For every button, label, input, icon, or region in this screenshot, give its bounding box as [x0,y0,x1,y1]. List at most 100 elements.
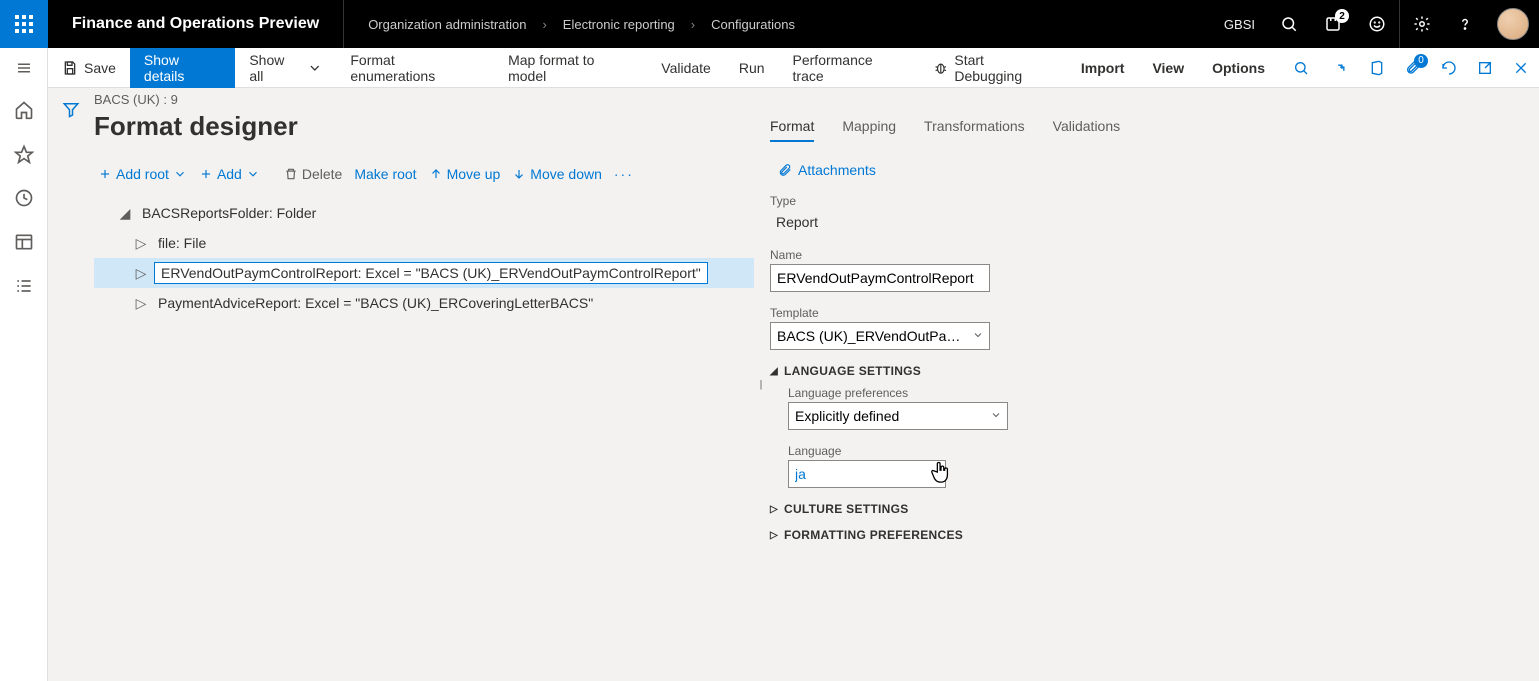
tab-transformations[interactable]: Transformations [924,118,1025,142]
import-button[interactable]: Import [1067,48,1139,88]
start-debug-button[interactable]: Start Debugging [919,48,1067,88]
home-icon[interactable] [14,100,34,120]
add-root-label: Add root [116,166,169,182]
attach-icon[interactable]: 0 [1395,48,1431,88]
search-icon[interactable] [1267,0,1311,48]
waffle-icon [15,15,33,33]
perf-trace-button[interactable]: Performance trace [779,48,919,88]
search-commands[interactable] [1279,48,1323,88]
caret-right-icon[interactable]: ▷ [134,295,148,312]
notifications-badge: 2 [1335,9,1349,23]
page-title: Format designer [94,111,754,142]
bug-icon [933,60,949,76]
modules-icon[interactable] [14,276,34,296]
template-select[interactable] [770,322,990,350]
formatting-pref-label: FORMATTING PREFERENCES [784,528,963,542]
tab-mapping[interactable]: Mapping [842,118,896,142]
more-button[interactable]: ··· [610,162,638,186]
tree-row-selected[interactable]: ▷ ERVendOutPaymControlReport: Excel = "B… [94,258,754,288]
avatar[interactable] [1497,8,1529,40]
app-launcher[interactable] [0,0,48,48]
chevron-right-icon: › [542,17,546,32]
link-icon[interactable] [1323,48,1359,88]
lang-pref-label: Language preferences [788,386,1519,400]
close-icon[interactable] [1503,48,1539,88]
lang-pref-field[interactable] [788,402,1008,430]
cursor-hand-icon [930,460,952,486]
show-all-label: Show all [249,52,300,84]
add-button[interactable]: Add [195,162,264,186]
breadcrumb-item[interactable]: Electronic reporting [563,17,675,32]
smiley-icon[interactable] [1355,0,1399,48]
language-label: Language [788,444,1519,458]
nav-toggle[interactable] [0,48,48,88]
culture-settings-section[interactable]: ▷ CULTURE SETTINGS [770,502,1519,516]
format-enum-label: Format enumerations [350,52,480,84]
caret-right-icon: ▷ [770,530,778,541]
caret-right-icon[interactable]: ▷ [134,235,148,252]
caret-down-icon: ◢ [770,366,778,377]
show-all-button[interactable]: Show all [235,48,336,88]
move-up-label: Move up [447,166,501,182]
popout-icon[interactable] [1467,48,1503,88]
run-button[interactable]: Run [725,48,779,88]
options-button[interactable]: Options [1198,48,1279,88]
format-enumerations-button[interactable]: Format enumerations [336,48,494,88]
plus-icon [199,167,213,181]
tab-format[interactable]: Format [770,118,814,142]
add-root-button[interactable]: Add root [94,162,191,186]
notifications-icon[interactable]: 2 [1311,0,1355,48]
move-down-button[interactable]: Move down [508,162,606,186]
trash-icon [284,167,298,181]
language-settings-section[interactable]: ◢ LANGUAGE SETTINGS [770,364,1519,378]
tab-validations[interactable]: Validations [1053,118,1120,142]
filter-button[interactable] [48,88,94,681]
validate-button[interactable]: Validate [647,48,725,88]
format-tree: ◢ BACSReportsFolder: Folder ▷ file: File… [94,198,754,318]
search-icon [1293,60,1309,76]
tree-row[interactable]: ▷ PaymentAdviceReport: Excel = "BACS (UK… [94,288,754,318]
caret-right-icon: ▷ [770,504,778,515]
help-icon[interactable] [1443,0,1487,48]
delete-button[interactable]: Delete [280,162,346,186]
splitter[interactable] [754,88,766,681]
tree-toolbar: Add root Add Delete Make root Move up [94,162,754,186]
company-picker[interactable]: GBSI [1212,17,1267,32]
language-field[interactable] [788,460,946,488]
attach-badge: 0 [1414,54,1428,68]
tree-row[interactable]: ◢ BACSReportsFolder: Folder [94,198,754,228]
chevron-down-icon [307,60,323,76]
office-icon[interactable] [1359,48,1395,88]
make-root-button[interactable]: Make root [350,162,420,186]
validate-label: Validate [661,60,711,76]
delete-label: Delete [302,166,342,182]
commandbar: Save Show details Show all Format enumer… [0,48,1539,88]
attachments-label: Attachments [798,162,876,178]
template-label: Template [770,306,1519,320]
star-icon[interactable] [14,144,34,164]
map-format-button[interactable]: Map format to model [494,48,647,88]
formatting-pref-section[interactable]: ▷ FORMATTING PREFERENCES [770,528,1519,542]
move-up-button[interactable]: Move up [425,162,505,186]
caret-right-icon[interactable]: ▷ [134,265,148,282]
gear-icon[interactable] [1399,0,1443,48]
filter-icon [62,100,80,118]
clock-icon[interactable] [14,188,34,208]
refresh-icon[interactable] [1431,48,1467,88]
workspace-icon[interactable] [14,232,34,252]
tree-row[interactable]: ▷ file: File [94,228,754,258]
designer-left-panel: BACS (UK) : 9 Format designer Add root A… [94,88,754,681]
breadcrumb-item[interactable]: Organization administration [368,17,526,32]
view-button[interactable]: View [1138,48,1198,88]
lang-pref-select[interactable] [788,402,1008,430]
name-label: Name [770,248,1519,262]
show-details-button[interactable]: Show details [130,48,235,88]
template-field[interactable] [770,322,990,350]
topbar: Finance and Operations Preview Organizat… [0,0,1539,48]
caret-down-icon[interactable]: ◢ [118,205,132,222]
attachments-link[interactable]: Attachments [778,162,1519,178]
import-label: Import [1081,60,1125,76]
save-button[interactable]: Save [48,48,130,88]
name-field[interactable] [770,264,990,292]
breadcrumb-item[interactable]: Configurations [711,17,795,32]
